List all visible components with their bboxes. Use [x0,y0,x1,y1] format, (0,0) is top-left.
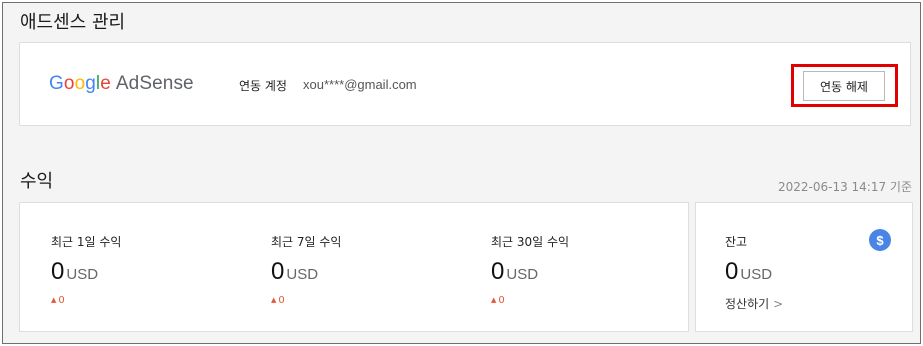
chevron-right-icon: > [773,297,784,311]
disconnect-button[interactable]: 연동 해제 [803,71,885,101]
dollar-icon: $ [869,229,891,251]
page-frame: 애드센스 관리 Google AdSense 연동 계정 xou****@gmai… [2,2,921,344]
metric-value: 0 USD [51,258,99,285]
metric-label: 최근 30일 수익 [491,235,570,249]
metric-value: 0 USD [271,258,319,285]
balance-label: 잔고 [725,235,748,249]
metric-value: 0 USD [491,258,539,285]
metric-label: 최근 7일 수익 [271,235,342,249]
metric-label: 최근 1일 수익 [51,235,122,249]
up-triangle-icon: ▲ [271,296,277,304]
up-triangle-icon: ▲ [491,296,497,304]
linked-account-label: 연동 계정 [239,79,287,93]
settlement-link[interactable]: 정산하기 > [725,295,783,312]
metric-change: ▲ 0 [271,295,285,306]
balance-value: 0 USD [725,258,773,285]
revenue-section-title: 수익 [20,171,54,192]
balance-card: 잔고 $ 0 USD 정산하기 > [695,202,913,332]
metric-change: ▲ 0 [491,295,505,306]
metric-change: ▲ 0 [51,295,65,306]
adsense-section-title: 애드센스 관리 [20,12,126,33]
revenue-summary-card: 최근 1일 수익 0 USD ▲ 0 최근 7일 수익 0 USD ▲ 0 최근 30일… [19,202,689,332]
updated-timestamp: 2022-06-13 14:17 기준 [777,180,912,194]
linked-account-email: xou****@gmail.com [303,77,417,92]
up-triangle-icon: ▲ [51,296,57,304]
google-adsense-logo: Google AdSense [49,73,194,94]
adsense-account-card: Google AdSense 연동 계정 xou****@gmail.com 연동… [19,42,911,126]
